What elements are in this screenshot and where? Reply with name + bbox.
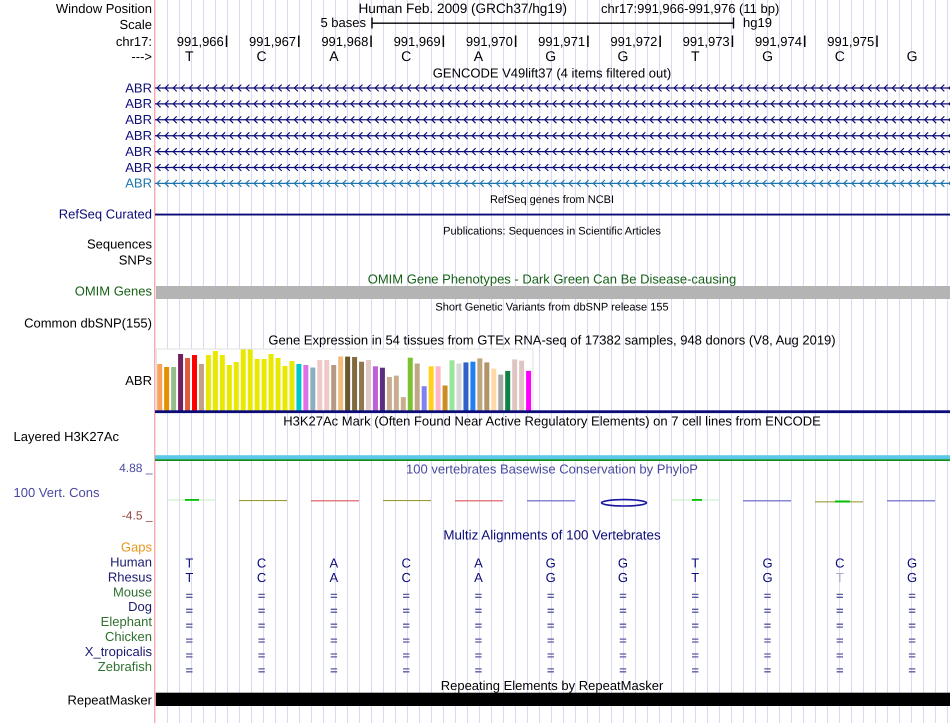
svg-text:991,974: 991,974: [755, 34, 802, 49]
svg-text:5 bases: 5 bases: [320, 15, 366, 30]
svg-text:A: A: [474, 555, 483, 570]
svg-text:A: A: [329, 48, 339, 64]
svg-text:ABR: ABR: [125, 176, 152, 191]
svg-text:Multiz Alignments of 100 Verte: Multiz Alignments of 100 Vertebrates: [443, 527, 661, 542]
svg-text:G: G: [762, 555, 772, 570]
svg-text:991,975: 991,975: [827, 34, 874, 49]
svg-text:991,969: 991,969: [394, 34, 441, 49]
svg-text:-4.5 _: -4.5 _: [122, 508, 153, 522]
svg-text:OMIM Gene Phenotypes - Dark Gr: OMIM Gene Phenotypes - Dark Green Can Be…: [368, 272, 737, 287]
svg-text:ABR: ABR: [125, 144, 152, 159]
svg-text:H3K27Ac Mark (Often Found Near: H3K27Ac Mark (Often Found Near Active Re…: [283, 413, 821, 428]
svg-text:chr17:991,966-991,976 (11 bp): chr17:991,966-991,976 (11 bp): [601, 1, 779, 16]
svg-text:C: C: [835, 555, 844, 570]
svg-text:GENCODE V49lift37 (4 items fil: GENCODE V49lift37 (4 items filtered out): [433, 66, 671, 81]
svg-text:T: T: [691, 570, 699, 585]
svg-text:T: T: [836, 570, 844, 585]
svg-text:RefSeq genes from NCBI: RefSeq genes from NCBI: [490, 194, 614, 206]
svg-text:ABR: ABR: [125, 112, 152, 127]
svg-text:hg19: hg19: [743, 15, 772, 30]
svg-text:ABR: ABR: [125, 80, 152, 95]
svg-text:Repeating Elements by RepeatMa: Repeating Elements by RepeatMasker: [441, 678, 664, 693]
svg-text:991,970: 991,970: [466, 34, 513, 49]
svg-text:G: G: [907, 555, 917, 570]
svg-text:Mouse: Mouse: [113, 584, 152, 599]
svg-text:Short Genetic Variants from db: Short Genetic Variants from dbSNP releas…: [435, 302, 668, 314]
svg-text:991,967: 991,967: [249, 34, 296, 49]
svg-text:Zebrafish: Zebrafish: [98, 659, 152, 674]
svg-text:Human Feb. 2009 (GRCh37/hg19): Human Feb. 2009 (GRCh37/hg19): [358, 1, 567, 16]
svg-text:G: G: [546, 555, 556, 570]
svg-text:ABR: ABR: [125, 96, 152, 111]
svg-text:Chicken: Chicken: [105, 629, 152, 644]
svg-text:Layered H3K27Ac: Layered H3K27Ac: [14, 429, 120, 444]
svg-text:Publications: Sequences in Sci: Publications: Sequences in Scientific Ar…: [443, 226, 661, 238]
svg-text:X_tropicalis: X_tropicalis: [85, 644, 153, 659]
svg-text:Elephant: Elephant: [101, 614, 153, 629]
svg-text:A: A: [330, 570, 339, 585]
svg-text:Human: Human: [110, 555, 152, 570]
svg-text:C: C: [257, 48, 267, 64]
svg-text:991,966: 991,966: [177, 34, 224, 49]
svg-text:C: C: [401, 48, 411, 64]
svg-text:G: G: [618, 555, 628, 570]
svg-text:C: C: [401, 570, 410, 585]
svg-text:Scale: Scale: [119, 17, 152, 32]
svg-text:chr17:: chr17:: [116, 34, 152, 49]
svg-text:100 vertebrates Basewise Conse: 100 vertebrates Basewise Conservation by…: [406, 462, 698, 477]
svg-text:Dog: Dog: [128, 599, 152, 614]
svg-text:G: G: [762, 570, 772, 585]
svg-text:Window Position: Window Position: [56, 1, 152, 16]
svg-text:G: G: [762, 48, 773, 64]
svg-text:C: C: [835, 48, 845, 64]
svg-text:C: C: [257, 555, 266, 570]
svg-text:Common dbSNP(155): Common dbSNP(155): [24, 316, 152, 331]
svg-text:991,972: 991,972: [610, 34, 657, 49]
svg-text:--->: --->: [131, 49, 152, 64]
svg-text:ABR: ABR: [125, 128, 152, 143]
svg-text:SNPs: SNPs: [119, 252, 153, 267]
svg-text:A: A: [474, 570, 483, 585]
svg-text:OMIM Genes: OMIM Genes: [75, 284, 153, 299]
svg-text:T: T: [185, 48, 194, 64]
svg-text:G: G: [907, 570, 917, 585]
svg-text:G: G: [545, 48, 556, 64]
svg-text:ABR: ABR: [125, 160, 152, 175]
svg-text:G: G: [618, 570, 628, 585]
svg-text:G: G: [618, 48, 629, 64]
svg-text:Gene Expression in 54 tissues: Gene Expression in 54 tissues from GTEx …: [268, 333, 835, 348]
svg-text:A: A: [474, 48, 484, 64]
svg-text:991,971: 991,971: [538, 34, 585, 49]
svg-text:A: A: [330, 555, 339, 570]
svg-text:RefSeq Curated: RefSeq Curated: [59, 207, 152, 222]
svg-text:Rhesus: Rhesus: [108, 569, 153, 584]
svg-text:G: G: [546, 570, 556, 585]
svg-text:991,968: 991,968: [321, 34, 368, 49]
svg-text:RepeatMasker: RepeatMasker: [67, 692, 152, 707]
svg-text:ABR: ABR: [125, 373, 152, 388]
svg-text:Sequences: Sequences: [87, 236, 153, 251]
svg-text:G: G: [907, 48, 918, 64]
svg-text:C: C: [401, 555, 410, 570]
svg-text:100 Vert. Cons: 100 Vert. Cons: [14, 485, 100, 500]
svg-text:991,973: 991,973: [683, 34, 730, 49]
svg-text:4.88 _: 4.88 _: [119, 461, 153, 475]
svg-text:Gaps: Gaps: [121, 540, 153, 555]
svg-text:T: T: [185, 570, 193, 585]
svg-text:T: T: [185, 555, 193, 570]
svg-text:T: T: [691, 555, 699, 570]
svg-text:T: T: [691, 48, 700, 64]
svg-text:C: C: [257, 570, 266, 585]
